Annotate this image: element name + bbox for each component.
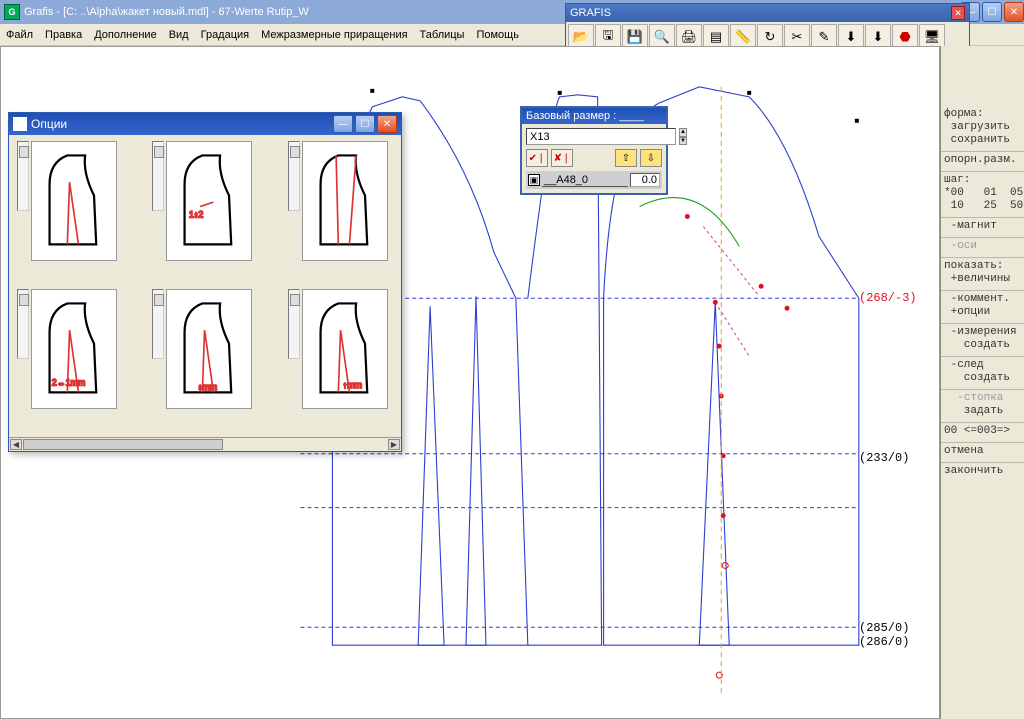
- arrow-down-button[interactable]: ⇩: [640, 149, 662, 167]
- options-close[interactable]: ✕: [377, 115, 397, 133]
- option-thumb-6[interactable]: ↑mm: [302, 289, 388, 409]
- rp-step-row1[interactable]: *00 01 05: [944, 187, 1021, 200]
- options-window[interactable]: Опции — ☐ ✕ 1↕2: [8, 112, 402, 452]
- option-cell-6: ↑mm: [288, 289, 393, 431]
- check-left-button[interactable]: ✔❘: [526, 149, 548, 167]
- rp-nav[interactable]: 00 <=003=>: [944, 425, 1021, 438]
- option-slider-1[interactable]: [17, 141, 29, 211]
- spin-down-icon[interactable]: ▼: [679, 137, 687, 146]
- rp-opcii[interactable]: +опции: [944, 306, 1021, 319]
- app-icon: G: [4, 4, 20, 20]
- options-title-text: Опции: [31, 117, 67, 131]
- options-titlebar[interactable]: Опции — ☐ ✕: [9, 113, 401, 135]
- option-slider-5[interactable]: [152, 289, 164, 359]
- option-cell-5: ↕mm: [152, 289, 257, 431]
- scroll-left-icon[interactable]: ◀: [10, 439, 22, 450]
- option-cell-4: 2↔1mm: [17, 289, 122, 431]
- svg-text:1↕2: 1↕2: [189, 210, 203, 220]
- option-thumb-2[interactable]: 1↕2: [166, 141, 252, 261]
- spin-up-icon[interactable]: ▲: [679, 128, 687, 137]
- rp-step-row2[interactable]: 10 25 50: [944, 200, 1021, 213]
- option-thumb-3[interactable]: [302, 141, 388, 261]
- rp-oporn[interactable]: опорн.разм.: [944, 154, 1021, 167]
- coord-label-b: (233/0): [859, 451, 909, 465]
- rp-forma: форма:: [944, 108, 1021, 121]
- base-size-input[interactable]: [526, 128, 676, 145]
- rp-sled[interactable]: -след: [944, 359, 1021, 372]
- close-button[interactable]: ✕: [1004, 2, 1024, 22]
- rp-zadat[interactable]: задать: [944, 405, 1021, 418]
- rp-sled-create[interactable]: создать: [944, 372, 1021, 385]
- coord-label-d: (286/0): [859, 635, 909, 649]
- rp-komm[interactable]: -коммент.: [944, 293, 1021, 306]
- check-right-button[interactable]: ✘❘: [551, 149, 573, 167]
- base-size-title[interactable]: Базовый размер : ____: [522, 108, 666, 124]
- menu-view[interactable]: Вид: [169, 29, 189, 41]
- menu-intersize[interactable]: Межразмерные приращения: [261, 29, 407, 41]
- option-slider-4[interactable]: [17, 289, 29, 359]
- arrow-up-button[interactable]: ⇧: [615, 149, 637, 167]
- option-slider-2[interactable]: [152, 141, 164, 211]
- base-size-panel[interactable]: Базовый размер : ____ ▲ ▼ ✔❘ ✘❘ ⇧ ⇩ ▣ __…: [520, 106, 668, 195]
- svg-text:2↔1mm: 2↔1mm: [52, 378, 86, 388]
- scroll-thumb[interactable]: [23, 439, 223, 450]
- svg-text:↕mm: ↕mm: [198, 382, 217, 392]
- rp-shag: шаг:: [944, 174, 1021, 187]
- rp-stopka[interactable]: -стопка: [944, 392, 1021, 405]
- svg-text:↑mm: ↑mm: [342, 380, 361, 390]
- option-cell-2: 1↕2: [152, 141, 257, 283]
- option-thumb-4[interactable]: 2↔1mm: [31, 289, 117, 409]
- rp-otmena[interactable]: отмена: [944, 445, 1021, 458]
- rp-zakonchit[interactable]: закончить: [944, 465, 1021, 478]
- option-thumb-1[interactable]: [31, 141, 117, 261]
- rp-magnit[interactable]: -магнит: [944, 220, 1021, 233]
- option-cell-1: [17, 141, 122, 283]
- menu-tables[interactable]: Таблицы: [420, 29, 465, 41]
- rp-osi[interactable]: -оси: [944, 240, 1021, 253]
- options-maximize[interactable]: ☐: [355, 115, 375, 133]
- rp-save[interactable]: сохранить: [944, 134, 1021, 147]
- param-name[interactable]: __A48_0: [542, 174, 628, 187]
- rp-izmer[interactable]: -измерения: [944, 326, 1021, 339]
- menu-add[interactable]: Дополнение: [94, 29, 156, 41]
- param-value[interactable]: 0.0: [630, 173, 660, 187]
- menu-edit[interactable]: Правка: [45, 29, 82, 41]
- options-icon: [13, 117, 27, 131]
- rp-pokazat: показать:: [944, 260, 1021, 273]
- option-slider-6[interactable]: [288, 289, 300, 359]
- scroll-right-icon[interactable]: ▶: [388, 439, 400, 450]
- maximize-button[interactable]: ☐: [982, 2, 1002, 22]
- coord-label-c: (285/0): [859, 621, 909, 635]
- rp-velichiny[interactable]: +величины: [944, 273, 1021, 286]
- options-minimize[interactable]: —: [333, 115, 353, 133]
- menu-file[interactable]: Файл: [6, 29, 33, 41]
- toolbar-title: GRAFIS ✕: [566, 4, 969, 22]
- rp-izmer-create[interactable]: создать: [944, 339, 1021, 352]
- menu-help[interactable]: Помощь: [476, 29, 519, 41]
- rp-load[interactable]: загрузить: [944, 121, 1021, 134]
- param-checkbox[interactable]: ▣: [528, 174, 540, 186]
- right-panel: форма: загрузить сохранить опорн.разм. ш…: [940, 46, 1024, 719]
- toolbar-close-icon[interactable]: ✕: [951, 6, 965, 20]
- toolbar-title-text: GRAFIS: [570, 7, 611, 19]
- option-cell-3: [288, 141, 393, 283]
- menu-grading[interactable]: Градация: [201, 29, 250, 41]
- options-body: 1↕2 2↔1mm ↕mm ↑mm: [9, 135, 401, 437]
- option-slider-3[interactable]: [288, 141, 300, 211]
- coord-label-a: (268/-3): [859, 291, 917, 305]
- size-spinner[interactable]: ▲ ▼: [679, 128, 687, 145]
- options-scrollbar[interactable]: ◀ ▶: [9, 437, 401, 451]
- option-thumb-5[interactable]: ↕mm: [166, 289, 252, 409]
